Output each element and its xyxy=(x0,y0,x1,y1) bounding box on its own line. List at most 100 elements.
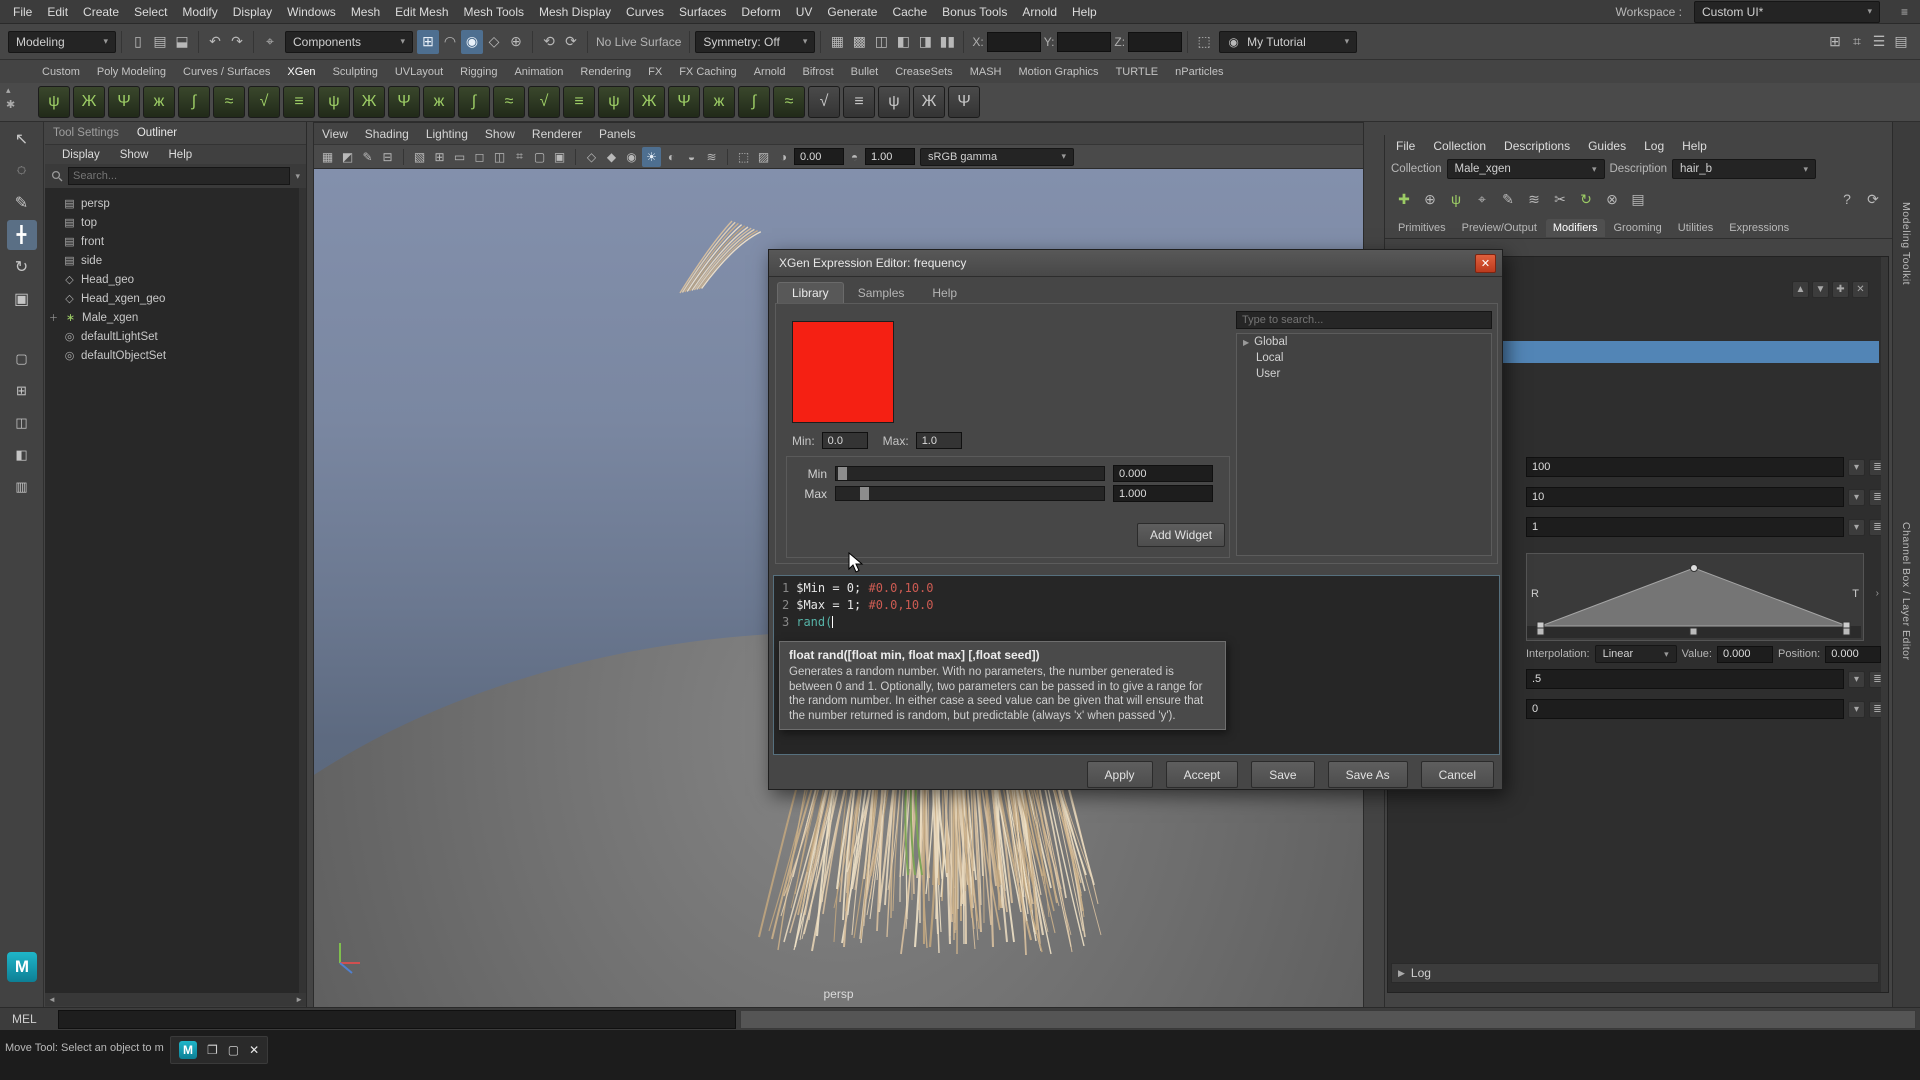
modifier-field-4[interactable]: .5 xyxy=(1526,669,1844,689)
persp-outliner-layout-icon[interactable]: ◫ xyxy=(7,408,37,438)
add-widget-button[interactable]: Add Widget xyxy=(1137,523,1225,547)
outliner-item-default-object-set[interactable]: ◎defaultObjectSet xyxy=(45,346,306,365)
field-expression-icon[interactable]: ▾ xyxy=(1848,701,1865,718)
modifier-field-3[interactable]: 1 xyxy=(1526,517,1844,537)
dialog-titlebar[interactable]: XGen Expression Editor: frequency ✕ xyxy=(769,250,1502,277)
gamma-field[interactable]: 1.00 xyxy=(865,148,915,165)
outliner-item-default-light-set[interactable]: ◎defaultLightSet xyxy=(45,327,306,346)
expand-arrow-icon[interactable]: ▶ xyxy=(1243,338,1249,347)
evaluation-icon[interactable]: ⟳ xyxy=(560,30,582,54)
shelf-tab-arnold[interactable]: Arnold xyxy=(750,63,790,81)
sidebar-toggle-icon[interactable]: ▤ xyxy=(1890,30,1912,54)
lock-camera-icon[interactable]: ◩ xyxy=(338,147,357,167)
outliner-vscrollbar[interactable] xyxy=(299,188,306,1006)
shelf-icon[interactable]: ψ xyxy=(878,86,910,118)
workspace-settings-icon[interactable]: ≡ xyxy=(1895,2,1914,22)
xgen-tab-preview-output[interactable]: Preview/Output xyxy=(1455,219,1544,237)
menubar-item-edit[interactable]: Edit xyxy=(44,5,71,19)
menubar-item-mesh[interactable]: Mesh xyxy=(348,5,383,19)
xgen-menu-descriptions[interactable]: Descriptions xyxy=(1501,139,1573,153)
xgen-menu-file[interactable]: File xyxy=(1393,139,1418,153)
menubar-item-file[interactable]: File xyxy=(10,5,35,19)
paint-select-tool-icon[interactable]: ✎ xyxy=(7,188,37,218)
xgen-add-guide-icon[interactable]: ⌖ xyxy=(1471,187,1493,211)
xgen-refresh-icon[interactable]: ⟳ xyxy=(1862,187,1884,211)
select-tool-icon[interactable]: ↖ xyxy=(7,124,37,154)
xray-icon[interactable]: ▨ xyxy=(754,147,773,167)
shelf-tab-sculpting[interactable]: Sculpting xyxy=(329,63,382,81)
modifier-move-up-icon[interactable]: ▲ xyxy=(1792,281,1809,298)
xgen-update-preview-icon[interactable]: ↻ xyxy=(1575,187,1597,211)
y-input[interactable] xyxy=(1057,32,1111,52)
field-expression-icon[interactable]: ▾ xyxy=(1848,459,1865,476)
shelf-icon[interactable]: Ж xyxy=(913,86,945,118)
shelf-icon[interactable]: ψ xyxy=(598,86,630,118)
snap-to-grid-icon[interactable]: ⊞ xyxy=(417,30,439,54)
gamma-icon[interactable]: ◓ xyxy=(845,147,864,167)
shelf-icon[interactable]: Ж xyxy=(73,86,105,118)
menubar-item-mesh-display[interactable]: Mesh Display xyxy=(536,5,614,19)
restore-window-icon[interactable]: ❐ xyxy=(207,1043,218,1057)
render-icon[interactable]: ▦ xyxy=(826,30,848,54)
search-filter-icon[interactable]: ▾ xyxy=(295,171,300,182)
outliner-item-head-geo[interactable]: ◇Head_geo xyxy=(45,270,306,289)
selection-mask-dropdown[interactable]: Components▾ xyxy=(285,31,413,53)
viewport-menu-lighting[interactable]: Lighting xyxy=(426,127,468,141)
menubar-item-uv[interactable]: UV xyxy=(793,5,816,19)
xgen-duplicate-icon[interactable]: ⊕ xyxy=(1419,187,1441,211)
textured-icon[interactable]: ◉ xyxy=(622,147,641,167)
menubar-item-generate[interactable]: Generate xyxy=(824,5,880,19)
maximize-window-icon[interactable]: ▢ xyxy=(228,1043,239,1057)
close-window-icon[interactable]: ✕ xyxy=(249,1043,259,1057)
hypershade-layout-icon[interactable]: ◧ xyxy=(7,440,37,470)
motion-blur-icon[interactable]: ≋ xyxy=(702,147,721,167)
panel-vscrollbar[interactable] xyxy=(1881,257,1888,992)
outliner-menu-display[interactable]: Display xyxy=(59,149,103,161)
view-grid-icon[interactable]: ⊞ xyxy=(430,147,449,167)
lasso-tool-icon[interactable]: ◌ xyxy=(7,156,37,186)
modifier-move-down-icon[interactable]: ▼ xyxy=(1812,281,1829,298)
shelf-icon[interactable]: ≡ xyxy=(283,86,315,118)
shelf-tab-curves-surfaces[interactable]: Curves / Surfaces xyxy=(179,63,274,81)
wireframe-icon[interactable]: ◇ xyxy=(582,147,601,167)
modifier-field-1[interactable]: 100 xyxy=(1526,457,1844,477)
ramp-value-field[interactable]: 0.000 xyxy=(1717,646,1773,663)
live-surface-label[interactable]: No Live Surface xyxy=(593,35,684,49)
viewport-menu-panels[interactable]: Panels xyxy=(599,127,636,141)
mel-toggle[interactable]: MEL xyxy=(0,1008,58,1030)
symmetry-dropdown[interactable]: Symmetry: Off▾ xyxy=(695,31,815,53)
snap-to-plane-icon[interactable]: ◇ xyxy=(483,30,505,54)
swatch-max-value[interactable]: 1.0 xyxy=(916,432,962,449)
shelf-icon[interactable]: ≡ xyxy=(843,86,875,118)
menubar-item-curves[interactable]: Curves xyxy=(623,5,667,19)
open-scene-icon[interactable]: ▤ xyxy=(149,30,171,54)
shelf-tab-nparticles[interactable]: nParticles xyxy=(1171,63,1227,81)
shelf-icon[interactable]: Ж xyxy=(633,86,665,118)
shelf-tab-rigging[interactable]: Rigging xyxy=(456,63,501,81)
menubar-item-create[interactable]: Create xyxy=(80,5,122,19)
dialog-tab-samples[interactable]: Samples xyxy=(844,283,919,303)
xgen-tab-expressions[interactable]: Expressions xyxy=(1722,219,1796,237)
field-expression-icon[interactable]: ▾ xyxy=(1848,671,1865,688)
interpolation-dropdown[interactable]: Linear▾ xyxy=(1595,645,1677,663)
xgen-menu-log[interactable]: Log xyxy=(1641,139,1667,153)
camera-attributes-icon[interactable]: ✎ xyxy=(358,147,377,167)
viewport-menu-view[interactable]: View xyxy=(322,127,348,141)
display-layers-icon[interactable]: ◧ xyxy=(892,30,914,54)
move-tool-icon[interactable]: ╋ xyxy=(7,220,37,250)
menubar-item-select[interactable]: Select xyxy=(131,5,170,19)
falloff-ramp-widget[interactable]: R T › xyxy=(1526,553,1864,641)
xgen-clear-preview-icon[interactable]: ⊗ xyxy=(1601,187,1623,211)
resolution-gate-icon[interactable]: ◻ xyxy=(470,147,489,167)
log-collapse-bar[interactable]: ▶ Log xyxy=(1391,963,1879,983)
menubar-item-arnold[interactable]: Arnold xyxy=(1019,5,1060,19)
outliner-item-head-xgen-geo[interactable]: ◇Head_xgen_geo xyxy=(45,289,306,308)
expression-search-input[interactable] xyxy=(1236,311,1492,329)
outliner-item-male-xgen[interactable]: ＋ ∗ Male_xgen xyxy=(45,308,306,327)
modifier-field-5[interactable]: 0 xyxy=(1526,699,1844,719)
shelf-tab-uvlayout[interactable]: UVLayout xyxy=(391,63,447,81)
z-input[interactable] xyxy=(1128,32,1182,52)
accept-button[interactable]: Accept xyxy=(1166,761,1239,788)
shelf-icon[interactable]: ж xyxy=(423,86,455,118)
shelf-icon[interactable]: ≡ xyxy=(563,86,595,118)
